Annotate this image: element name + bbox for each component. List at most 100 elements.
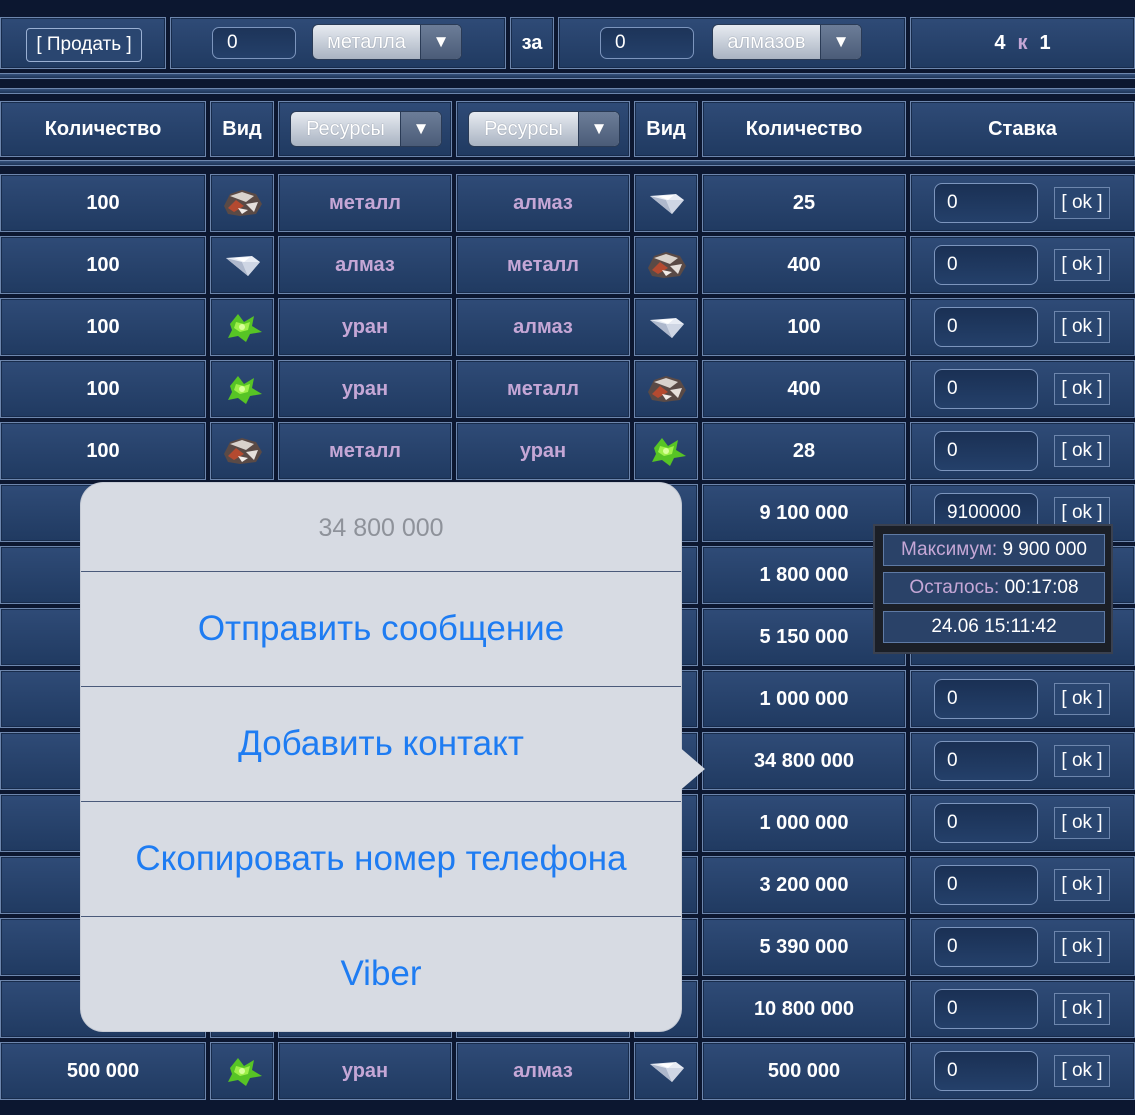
tooltip-date-value: 24.06 15:11:42 bbox=[931, 616, 1057, 637]
header-qty-right-label: Количество bbox=[745, 117, 863, 140]
sell-resource-label: металла bbox=[327, 30, 406, 53]
row-give-resource-text: металл bbox=[329, 191, 401, 214]
bid-input[interactable]: 0 bbox=[934, 1051, 1038, 1091]
row-kind-left bbox=[210, 236, 274, 294]
row-qty-text: 100 bbox=[86, 377, 120, 400]
tooltip-left: Осталось: 00:17:08 bbox=[883, 572, 1105, 604]
bid-input[interactable]: 0 bbox=[934, 369, 1038, 409]
row-kind-right bbox=[634, 422, 698, 480]
row-kind-right bbox=[634, 298, 698, 356]
row-kind-left bbox=[210, 298, 274, 356]
row-get-qty: 5 390 000 bbox=[702, 918, 906, 976]
ok-button[interactable]: [ ok ] bbox=[1054, 869, 1110, 901]
row-get-resource-text: металл bbox=[507, 253, 579, 276]
ok-button[interactable]: [ ok ] bbox=[1054, 807, 1110, 839]
row-kind-left bbox=[210, 360, 274, 418]
ok-button[interactable]: [ ok ] bbox=[1054, 683, 1110, 715]
tooltip-max-value: 9 900 000 bbox=[1002, 539, 1087, 560]
row-get-resource-text: алмаз bbox=[513, 315, 573, 338]
filter-right-select[interactable]: Ресурсы ▼ bbox=[468, 111, 620, 147]
bid-input[interactable]: 0 bbox=[934, 307, 1038, 347]
sell-button[interactable]: [ Продать ] bbox=[26, 28, 142, 62]
phone-action-popover: 34 800 000 Отправить сообщение Добавить … bbox=[81, 483, 705, 1031]
metal-icon bbox=[644, 372, 688, 406]
row-get-qty: 1 000 000 bbox=[702, 794, 906, 852]
row-qty: 100 bbox=[0, 174, 206, 232]
ok-button[interactable]: [ ok ] bbox=[1054, 931, 1110, 963]
ok-button[interactable]: [ ok ] bbox=[1054, 435, 1110, 467]
tooltip-max-label: Максимум: bbox=[901, 539, 998, 560]
ok-button[interactable]: [ ok ] bbox=[1054, 249, 1110, 281]
row-get-qty-text: 10 800 000 bbox=[753, 997, 855, 1020]
row-get-qty-text: 9 100 000 bbox=[759, 501, 849, 524]
viber-action[interactable]: Viber bbox=[81, 917, 681, 1031]
row-get-qty: 1 000 000 bbox=[702, 670, 906, 728]
row-qty: 100 bbox=[0, 360, 206, 418]
row-give-resource: металл bbox=[278, 174, 452, 232]
row-get-qty-text: 1 000 000 bbox=[759, 687, 849, 710]
diamond-icon bbox=[644, 310, 688, 344]
row-kind-right bbox=[634, 236, 698, 294]
row-kind-left bbox=[210, 174, 274, 232]
row-get-qty-text: 400 bbox=[787, 377, 821, 400]
row-get-qty-text: 25 bbox=[792, 191, 816, 214]
popover-arrow bbox=[677, 745, 705, 793]
for-label: за bbox=[521, 31, 543, 54]
bid-input[interactable]: 0 bbox=[934, 183, 1038, 223]
row-give-resource: уран bbox=[278, 360, 452, 418]
row-kind-right bbox=[634, 174, 698, 232]
filter-left-select[interactable]: Ресурсы ▼ bbox=[290, 111, 442, 147]
buy-resource-select[interactable]: алмазов ▼ bbox=[712, 24, 862, 60]
ok-button[interactable]: [ ok ] bbox=[1054, 1055, 1110, 1087]
row-get-qty: 28 bbox=[702, 422, 906, 480]
row-get-qty: 100 bbox=[702, 298, 906, 356]
row-get-resource-text: алмаз bbox=[513, 191, 573, 214]
ok-button[interactable]: [ ok ] bbox=[1054, 187, 1110, 219]
row-get-qty: 25 bbox=[702, 174, 906, 232]
row-kind-left bbox=[210, 1042, 274, 1100]
filter-right-label: Ресурсы bbox=[484, 117, 563, 140]
bid-input[interactable]: 0 bbox=[934, 431, 1038, 471]
bid-input[interactable]: 0 bbox=[934, 927, 1038, 967]
tooltip-max: Максимум: 9 900 000 bbox=[883, 534, 1105, 566]
row-get-qty-text: 3 200 000 bbox=[759, 873, 849, 896]
row-get-qty: 34 800 000 bbox=[702, 732, 906, 790]
bid-input[interactable]: 0 bbox=[934, 989, 1038, 1029]
send-message-action[interactable]: Отправить сообщение bbox=[81, 572, 681, 686]
bid-input[interactable]: 0 bbox=[934, 865, 1038, 905]
bid-input[interactable]: 0 bbox=[934, 245, 1038, 285]
row-give-resource-text: металл bbox=[329, 439, 401, 462]
row-get-qty-text: 400 bbox=[787, 253, 821, 276]
row-get-qty: 10 800 000 bbox=[702, 980, 906, 1038]
sell-amount-input[interactable]: 0 bbox=[212, 27, 296, 59]
chevron-down-icon: ▼ bbox=[420, 25, 461, 59]
row-get-qty-text: 100 bbox=[787, 315, 821, 338]
row-get-resource: уран bbox=[456, 422, 630, 480]
row-give-resource: алмаз bbox=[278, 236, 452, 294]
row-get-qty-text: 34 800 000 bbox=[753, 749, 855, 772]
bid-input[interactable]: 0 bbox=[934, 803, 1038, 843]
row-get-resource: алмаз bbox=[456, 298, 630, 356]
row-get-qty: 500 000 bbox=[702, 1042, 906, 1100]
row-get-resource-text: алмаз bbox=[513, 1059, 573, 1082]
ok-button[interactable]: [ ok ] bbox=[1054, 745, 1110, 777]
row-kind-right bbox=[634, 360, 698, 418]
diamond-icon bbox=[644, 186, 688, 220]
ratio-cell: 4 к 1 bbox=[910, 17, 1135, 69]
add-contact-action[interactable]: Добавить контакт bbox=[81, 687, 681, 801]
ok-button[interactable]: [ ok ] bbox=[1054, 311, 1110, 343]
uranium-icon bbox=[220, 372, 264, 406]
sell-resource-select[interactable]: металла ▼ bbox=[312, 24, 462, 60]
buy-amount-input[interactable]: 0 bbox=[600, 27, 694, 59]
filter-left-label: Ресурсы bbox=[306, 117, 385, 140]
row-get-qty-text: 28 bbox=[792, 439, 816, 462]
ok-button[interactable]: [ ok ] bbox=[1054, 373, 1110, 405]
header-kind-left: Вид bbox=[210, 101, 274, 157]
header-qty-left-label: Количество bbox=[44, 117, 162, 140]
copy-phone-action[interactable]: Скопировать номер телефона bbox=[81, 802, 681, 916]
bid-input[interactable]: 0 bbox=[934, 679, 1038, 719]
row-give-resource: уран bbox=[278, 1042, 452, 1100]
ratio-mid: к bbox=[1017, 31, 1028, 54]
ok-button[interactable]: [ ok ] bbox=[1054, 993, 1110, 1025]
bid-input[interactable]: 0 bbox=[934, 741, 1038, 781]
